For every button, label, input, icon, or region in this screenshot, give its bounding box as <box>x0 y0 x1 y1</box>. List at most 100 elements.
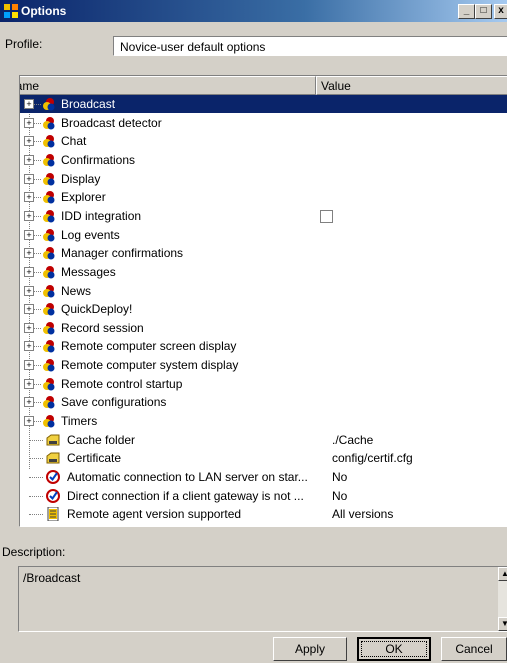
tree-connector <box>33 365 41 367</box>
tree-row[interactable]: + Timers <box>20 412 507 430</box>
option-group-icon <box>42 395 56 409</box>
column-header-name[interactable]: Name <box>20 76 316 95</box>
option-group-icon <box>42 116 56 130</box>
tree-row[interactable]: + News <box>20 282 507 300</box>
option-group-icon <box>42 339 56 353</box>
option-group-icon <box>42 246 56 260</box>
options-tree-list[interactable]: Name Value +Broadcast+Broadcast detector… <box>19 75 507 527</box>
tree-row[interactable]: Cache folder ./Cache <box>20 431 507 449</box>
row-name: News <box>61 283 92 298</box>
check-option-icon <box>46 470 60 484</box>
tree-connector <box>33 402 41 404</box>
description-text: /Broadcast <box>23 571 81 585</box>
row-name: Display <box>61 171 101 186</box>
option-group-icon <box>42 209 56 223</box>
profile-combo[interactable]: Novice-user default options <box>113 36 507 56</box>
tree-connector <box>33 421 41 423</box>
row-name: IDD integration <box>61 208 142 223</box>
option-group-icon <box>42 190 56 204</box>
row-name: Timers <box>61 414 98 429</box>
close-button[interactable]: x <box>494 4 507 19</box>
row-name: Remote agent version supported <box>67 507 242 522</box>
row-name: Chat <box>61 134 87 149</box>
profile-label: Profile: <box>5 37 43 51</box>
row-name: Direct connection if a client gateway is… <box>67 488 304 503</box>
tree-connector <box>33 309 41 311</box>
minimize-button[interactable]: _ <box>458 4 475 19</box>
tree-row[interactable]: + Messages <box>20 263 507 281</box>
column-header-value[interactable]: Value <box>316 76 507 95</box>
option-group-icon <box>42 97 56 111</box>
tree-connector <box>29 495 43 497</box>
row-checkbox[interactable] <box>320 209 333 223</box>
row-name: Remote computer system display <box>61 358 239 373</box>
tree-row[interactable]: + Confirmations <box>20 151 507 169</box>
tree-connector <box>33 215 41 217</box>
option-group-icon <box>42 321 56 335</box>
tree-row[interactable]: + Explorer <box>20 188 507 206</box>
row-value: No <box>332 470 348 484</box>
tree-row[interactable]: + Save configurations <box>20 393 507 411</box>
tree-row[interactable]: + Broadcast detector <box>20 114 507 132</box>
row-value: All versions <box>332 507 394 522</box>
cancel-button[interactable]: Cancel <box>441 637 507 661</box>
tree-row[interactable]: Certificate config/certif.cfg <box>20 449 507 467</box>
tree-connector <box>33 271 41 273</box>
tree-row[interactable]: + IDD integration <box>20 207 507 225</box>
row-name: Save configurations <box>61 395 167 410</box>
scroll-down-arrow-icon[interactable]: ▼ <box>498 617 507 631</box>
option-group-icon <box>42 414 56 428</box>
description-scrollbar[interactable]: ▲ ▼ <box>498 567 507 631</box>
tree-row[interactable]: + Remote computer screen display <box>20 337 507 355</box>
tree-row[interactable]: Remote agent version supported All versio… <box>20 505 507 523</box>
tree-row[interactable]: + Manager confirmations <box>20 244 507 262</box>
scroll-up-arrow-icon[interactable]: ▲ <box>498 567 507 581</box>
tree-row[interactable]: + QuickDeploy! <box>20 300 507 318</box>
tree-row[interactable]: + Remote computer system display <box>20 356 507 374</box>
tree-connector <box>29 477 43 478</box>
tree-connector <box>33 104 41 105</box>
row-name: Cache folder <box>67 432 136 447</box>
apply-button[interactable]: Apply <box>273 637 347 661</box>
tree-connector <box>29 439 43 441</box>
maximize-button[interactable]: □ <box>475 4 492 19</box>
row-name: Confirmations <box>61 152 136 167</box>
tree-connector <box>33 253 41 255</box>
tree-connector <box>33 122 41 124</box>
description-label: Description: <box>2 545 66 559</box>
tree-connector <box>33 178 41 180</box>
options-app-icon <box>4 4 18 18</box>
row-name: Explorer <box>61 190 106 205</box>
tree-row[interactable]: + Display <box>20 170 507 188</box>
tree-row[interactable]: + Remote control startup <box>20 375 507 393</box>
row-value: ./Cache <box>332 432 374 447</box>
row-name: Record session <box>61 320 144 335</box>
option-group-icon <box>42 228 56 242</box>
check-option-icon <box>46 488 60 503</box>
tree-row[interactable]: Automatic connection to LAN server on st… <box>20 468 507 486</box>
option-group-icon <box>42 265 56 279</box>
ok-button[interactable]: OK <box>357 637 431 661</box>
tree-connector <box>33 346 41 348</box>
tree-connector <box>33 234 41 236</box>
row-name: Manager confirmations <box>61 246 184 261</box>
tree-row[interactable]: + Chat <box>20 132 507 150</box>
tree-row[interactable]: + Broadcast <box>20 95 507 113</box>
row-name: Certificate <box>67 451 122 466</box>
tree-connector <box>33 141 41 143</box>
tree-connector <box>33 197 41 199</box>
option-group-icon <box>42 358 56 372</box>
tree-connector <box>33 383 41 385</box>
description-box[interactable]: /Broadcast ▲ ▼ <box>18 566 507 632</box>
option-group-icon <box>42 302 56 316</box>
list-option-icon <box>46 506 60 522</box>
tree-connector <box>33 327 41 329</box>
tree-row[interactable]: + Log events <box>20 226 507 244</box>
title-bar[interactable]: Options _ □ x <box>0 0 507 22</box>
option-group-icon <box>42 377 56 391</box>
tree-row[interactable]: Direct connection if a client gateway is… <box>20 487 507 505</box>
profile-value: Novice-user default options <box>120 40 266 54</box>
option-group-icon <box>42 172 56 186</box>
tree-row[interactable]: + Record session <box>20 319 507 337</box>
tree-connector <box>33 159 41 161</box>
